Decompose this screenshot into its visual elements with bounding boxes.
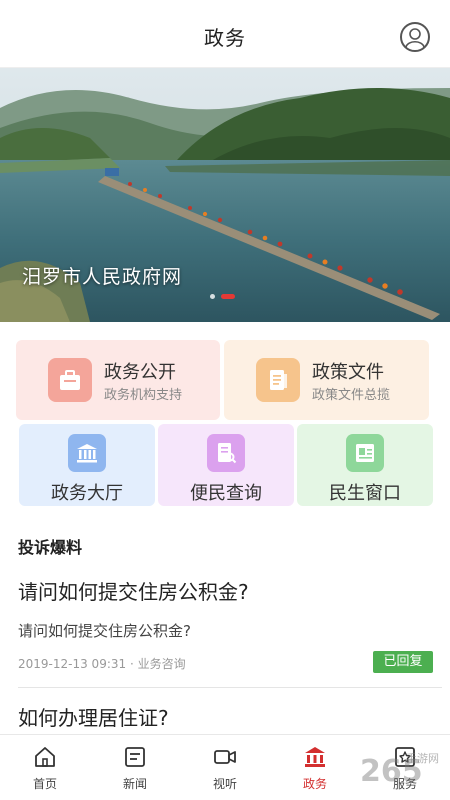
watermark: 265 手游网 — [360, 748, 450, 792]
document-icon — [270, 370, 287, 390]
tab-government[interactable]: 政务 — [270, 735, 360, 800]
complaint-item-meta: 2019-12-13 09:31 · 业务咨询 — [18, 655, 186, 672]
divider — [18, 687, 442, 688]
icon-box — [346, 434, 384, 472]
complaint-item-title[interactable]: 如何办理居住证? — [18, 702, 169, 731]
item-date: 2019-12-13 09:31 — [18, 657, 127, 671]
card-subtitle: 政务机构支持 — [104, 388, 183, 403]
card-policy-documents[interactable]: 政策文件 政策文件总揽 — [224, 340, 429, 420]
tab-label: 视听 — [212, 777, 237, 791]
government-icon — [305, 747, 325, 767]
tab-home[interactable]: 首页 — [0, 735, 90, 800]
banner-caption: 汨罗市人民政府网 — [22, 266, 183, 288]
card-public-inquiry[interactable]: 便民查询 — [158, 424, 294, 506]
complaint-item-summary: 请问如何提交住房公积金? — [18, 622, 191, 640]
card-title: 政策文件 — [312, 362, 384, 383]
watermark-text: 手游网 — [406, 752, 439, 765]
tab-news[interactable]: 新闻 — [90, 735, 180, 800]
carousel-dot-active[interactable] — [221, 294, 235, 299]
card-government-affairs[interactable]: 政务公开 政务机构支持 — [16, 340, 220, 420]
icon-box — [207, 434, 245, 472]
home-icon — [35, 747, 55, 767]
page-title: 政务 — [204, 26, 246, 50]
briefcase-icon — [60, 370, 80, 390]
top-header: 政务 — [0, 0, 450, 68]
card-label: 便民查询 — [190, 483, 262, 504]
icon-box — [48, 358, 92, 402]
tab-label: 首页 — [32, 777, 57, 791]
carousel-indicator — [210, 294, 235, 299]
item-category: 业务咨询 — [137, 657, 186, 671]
card-label: 民生窗口 — [329, 483, 401, 504]
status-badge: 已回复 — [373, 651, 433, 673]
banner-carousel[interactable]: 汨罗市人民政府网 — [0, 68, 450, 322]
complaint-item-title[interactable]: 请问如何提交住房公积金? — [18, 576, 249, 605]
icon-box — [256, 358, 300, 402]
icon-box — [68, 434, 106, 472]
section-title: 投诉爆料 — [18, 538, 83, 557]
card-label: 政务大厅 — [51, 483, 123, 504]
carousel-dot[interactable] — [210, 294, 215, 299]
user-profile-button[interactable] — [400, 22, 430, 52]
card-livelihood-window[interactable]: 民生窗口 — [297, 424, 433, 506]
user-icon — [405, 28, 425, 48]
card-title: 政务公开 — [104, 362, 176, 383]
id-card-icon — [356, 444, 374, 462]
tab-label: 新闻 — [122, 777, 147, 791]
meta-separator: · — [129, 657, 138, 671]
tab-label: 政务 — [302, 777, 327, 791]
video-icon — [214, 750, 236, 764]
card-subtitle: 政策文件总揽 — [312, 388, 391, 403]
building-icon — [77, 444, 97, 463]
news-icon — [125, 747, 145, 767]
card-government-hall[interactable]: 政务大厅 — [19, 424, 155, 506]
search-document-icon — [218, 443, 237, 464]
tab-video[interactable]: 视听 — [180, 735, 270, 800]
